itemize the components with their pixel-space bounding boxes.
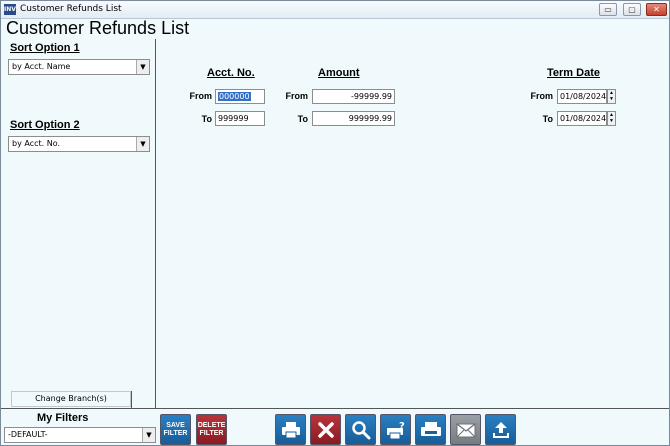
term-to-field[interactable]: 01/08/2024 — [557, 111, 607, 126]
filter-panel: Acct. No. From 000000 To 999999 Amount F… — [157, 39, 669, 408]
sort-option-2-value: by Acct. No. — [12, 139, 60, 148]
printer-icon — [281, 421, 300, 438]
email-button[interactable] — [450, 414, 481, 445]
minimize-button[interactable]: ▭ — [599, 3, 617, 16]
acct-from-value: 000000 — [218, 92, 251, 101]
sort-option-2-select[interactable]: by Acct. No. ▼ — [8, 136, 150, 152]
term-to-spinner[interactable]: ▲ ▼ — [607, 111, 616, 126]
acct-from-label: From — [189, 91, 213, 101]
window-title: Customer Refunds List — [20, 4, 122, 14]
print-help-icon: ? — [386, 421, 405, 439]
divider — [131, 391, 132, 408]
sort-option-1-select[interactable]: by Acct. Name ▼ — [8, 59, 150, 75]
search-magnifier-icon — [351, 420, 370, 439]
save-filter-label: SAVE FILTER — [163, 421, 188, 437]
my-filters-label: My Filters — [37, 412, 89, 424]
term-from-spinner[interactable]: ▲ ▼ — [607, 89, 616, 104]
bottom-toolbar: My Filters -DEFAULT- ▼ SAVE FILTER DELET… — [1, 408, 669, 445]
acct-to-field[interactable]: 999999 — [215, 111, 265, 126]
acct-to-label: To — [201, 114, 212, 124]
chevron-down-icon[interactable]: ▼ — [142, 428, 155, 442]
amount-header: Amount — [318, 67, 360, 79]
amount-to-label: To — [297, 114, 308, 124]
term-to-label: To — [542, 114, 553, 124]
delete-filter-button[interactable]: DELETE FILTER — [196, 414, 227, 445]
upload-button[interactable] — [485, 414, 516, 445]
close-button[interactable]: ✕ — [646, 3, 667, 16]
fax-button[interactable] — [415, 414, 446, 445]
delete-filter-label: DELETE FILTER — [197, 421, 226, 437]
print-preview-button[interactable]: ? — [380, 414, 411, 445]
maximize-button[interactable]: ▢ — [623, 3, 641, 16]
cancel-x-icon — [317, 421, 334, 438]
sort-option-1-value: by Acct. Name — [12, 62, 71, 71]
upload-export-icon — [492, 421, 509, 438]
chevron-down-icon[interactable]: ▼ — [136, 60, 149, 74]
amount-from-field[interactable]: -99999.99 — [312, 89, 395, 104]
acct-from-field[interactable]: 000000 — [215, 89, 265, 104]
term-from-label: From — [530, 91, 554, 101]
app-icon: INV — [4, 4, 16, 15]
save-filter-button[interactable]: SAVE FILTER — [160, 414, 191, 445]
acct-no-header: Acct. No. — [207, 67, 255, 79]
sort-option-2-label: Sort Option 2 — [10, 119, 80, 131]
title-bar: INV Customer Refunds List ▭ ▢ ✕ — [1, 1, 669, 19]
amount-to-field[interactable]: 999999.99 — [312, 111, 395, 126]
amount-from-label: From — [285, 91, 309, 101]
print-button[interactable] — [275, 414, 306, 445]
sort-panel: Sort Option 1 by Acct. Name ▼ Sort Optio… — [4, 39, 156, 408]
app-window: INV Customer Refunds List ▭ ▢ ✕ Customer… — [0, 0, 670, 446]
cancel-button[interactable] — [310, 414, 341, 445]
term-date-header: Term Date — [547, 67, 600, 79]
chevron-down-icon[interactable]: ▼ — [136, 137, 149, 151]
change-branch-button[interactable]: Change Branch(s) — [11, 391, 131, 407]
term-from-field[interactable]: 01/08/2024 — [557, 89, 607, 104]
fax-printer-icon — [420, 421, 441, 436]
search-button[interactable] — [345, 414, 376, 445]
email-envelope-icon — [456, 423, 475, 437]
page-title: Customer Refunds List — [6, 18, 190, 38]
my-filters-select[interactable]: -DEFAULT- ▼ — [4, 427, 156, 443]
my-filters-value: -DEFAULT- — [8, 430, 48, 439]
sort-option-1-label: Sort Option 1 — [10, 42, 80, 54]
svg-text:?: ? — [399, 421, 405, 432]
